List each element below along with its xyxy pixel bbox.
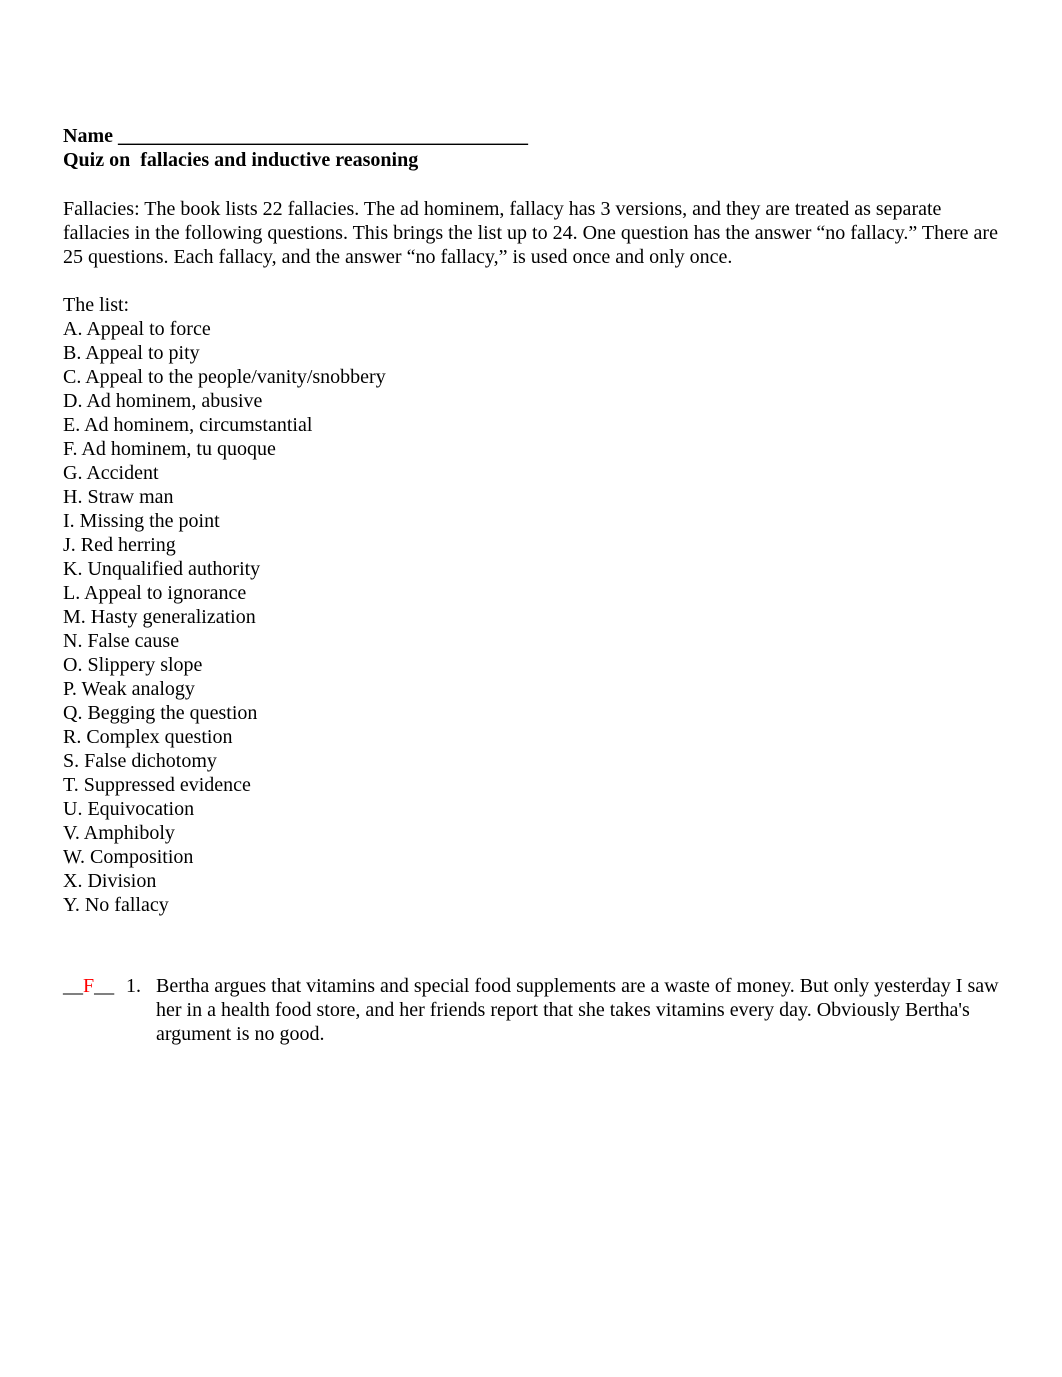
question-text: Bertha argues that vitamins and special … bbox=[156, 975, 999, 1045]
fallacy-list-item: U. Equivocation bbox=[63, 798, 195, 820]
fallacy-list-item: Q. Begging the question bbox=[63, 702, 258, 724]
fallacy-list-item: H. Straw man bbox=[63, 486, 174, 508]
fallacy-list-item: C. Appeal to the people/vanity/snobbery bbox=[63, 366, 386, 388]
fallacy-list-item: P. Weak analogy bbox=[63, 678, 195, 700]
question-1: __F__ 1. Bertha argues that vitamins and… bbox=[63, 974, 1003, 1046]
fallacy-list-item: E. Ad hominem, circumstantial bbox=[63, 414, 313, 436]
fallacy-list: A. Appeal to force B. Appeal to pity C. Ap… bbox=[63, 317, 1003, 917]
fallacy-list-item: B. Appeal to pity bbox=[63, 342, 200, 364]
fallacy-list-item: T. Suppressed evidence bbox=[63, 774, 251, 796]
fallacy-list-item: O. Slippery slope bbox=[63, 654, 203, 676]
fallacy-list-item: J. Red herring bbox=[63, 534, 176, 556]
document-page: Name ___________________________________… bbox=[63, 124, 1003, 917]
question-number: 1. bbox=[126, 975, 141, 997]
fallacy-list-item: M. Hasty generalization bbox=[63, 606, 256, 628]
fallacy-list-item: L. Appeal to ignorance bbox=[63, 582, 247, 604]
fallacy-list-item: V. Amphiboly bbox=[63, 822, 175, 844]
fallacy-list-item: I. Missing the point bbox=[63, 510, 220, 532]
name-label: Name bbox=[63, 125, 118, 147]
blank-right: __ bbox=[94, 975, 115, 997]
fallacy-list-item: Y. No fallacy bbox=[63, 894, 169, 916]
fallacy-list-item: K. Unqualified authority bbox=[63, 558, 261, 580]
name-line: Name ___________________________________… bbox=[63, 124, 1003, 148]
blank-left: __ bbox=[63, 975, 83, 997]
answer-blank: __F__ bbox=[63, 974, 114, 998]
fallacy-list-item: F. Ad hominem, tu quoque bbox=[63, 438, 276, 460]
name-blank: ________________________________________… bbox=[117, 125, 528, 147]
fallacy-list-item: W. Composition bbox=[63, 846, 194, 868]
intro-paragraph: Fallacies: The book lists 22 fallacies. … bbox=[63, 198, 998, 268]
fallacy-list-item: D. Ad hominem, abusive bbox=[63, 390, 263, 412]
fallacy-list-item: R. Complex question bbox=[63, 726, 233, 748]
quiz-title: Quiz on fallacies and inductive reasonin… bbox=[63, 149, 419, 171]
fallacy-list-item: S. False dichotomy bbox=[63, 750, 217, 772]
fallacy-list-item: G. Accident bbox=[63, 462, 159, 484]
fallacy-list-item: N. False cause bbox=[63, 630, 180, 652]
list-label: The list: bbox=[63, 294, 130, 316]
fallacy-list-item: A. Appeal to force bbox=[63, 318, 211, 340]
fallacy-list-item: X. Division bbox=[63, 870, 157, 892]
answer-letter: F bbox=[83, 975, 95, 997]
